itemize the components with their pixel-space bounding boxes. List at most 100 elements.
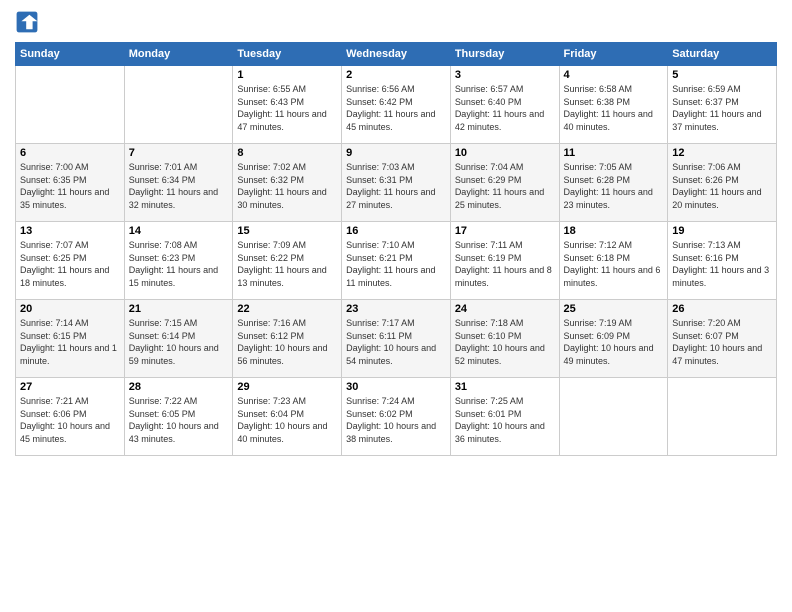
calendar-week-3: 13 Sunrise: 7:07 AM Sunset: 6:25 PM Dayli… (16, 222, 777, 300)
calendar-cell: 4 Sunrise: 6:58 AM Sunset: 6:38 PM Daylig… (559, 66, 668, 144)
day-info: Sunrise: 7:05 AM Sunset: 6:28 PM Dayligh… (564, 161, 664, 211)
calendar-cell: 29 Sunrise: 7:23 AM Sunset: 6:04 PM Dayli… (233, 378, 342, 456)
weekday-header-friday: Friday (559, 43, 668, 66)
day-number: 2 (346, 69, 446, 81)
day-info: Sunrise: 7:21 AM Sunset: 6:06 PM Dayligh… (20, 395, 120, 445)
weekday-header-wednesday: Wednesday (342, 43, 451, 66)
day-number: 25 (564, 303, 664, 315)
day-info: Sunrise: 7:01 AM Sunset: 6:34 PM Dayligh… (129, 161, 229, 211)
header (15, 10, 777, 34)
day-number: 20 (20, 303, 120, 315)
calendar-cell: 28 Sunrise: 7:22 AM Sunset: 6:05 PM Dayli… (124, 378, 233, 456)
calendar-cell: 21Sunrise: 7:15 AM Sunset: 6:14 PM Dayli… (124, 300, 233, 378)
day-info: Sunrise: 7:11 AM Sunset: 6:19 PM Dayligh… (455, 239, 555, 289)
day-info: Sunrise: 7:12 AM Sunset: 6:18 PM Dayligh… (564, 239, 664, 289)
calendar-cell (16, 66, 125, 144)
day-number: 26 (672, 303, 772, 315)
day-info: Sunrise: 7:00 AM Sunset: 6:35 PM Dayligh… (20, 161, 120, 211)
calendar-cell: 5Sunrise: 6:59 AM Sunset: 6:37 PM Daylig… (668, 66, 777, 144)
calendar-cell: 19 Sunrise: 7:13 AM Sunset: 6:16 PM Dayli… (668, 222, 777, 300)
day-number: 29 (237, 381, 337, 393)
day-number: 9 (346, 147, 446, 159)
calendar-cell: 8 Sunrise: 7:02 AM Sunset: 6:32 PM Daylig… (233, 144, 342, 222)
weekday-header-row: SundayMondayTuesdayWednesdayThursdayFrid… (16, 43, 777, 66)
day-info: Sunrise: 7:14 AM Sunset: 6:15 PM Dayligh… (20, 317, 120, 367)
day-number: 16 (346, 225, 446, 237)
day-info: Sunrise: 7:04 AM Sunset: 6:29 PM Dayligh… (455, 161, 555, 211)
day-number: 23 (346, 303, 446, 315)
calendar-cell: 20 Sunrise: 7:14 AM Sunset: 6:15 PM Dayli… (16, 300, 125, 378)
calendar-table: SundayMondayTuesdayWednesdayThursdayFrid… (15, 42, 777, 456)
day-info: Sunrise: 7:13 AM Sunset: 6:16 PM Dayligh… (672, 239, 772, 289)
calendar-cell: 13 Sunrise: 7:07 AM Sunset: 6:25 PM Dayli… (16, 222, 125, 300)
day-info: Sunrise: 7:23 AM Sunset: 6:04 PM Dayligh… (237, 395, 337, 445)
day-number: 10 (455, 147, 555, 159)
day-number: 24 (455, 303, 555, 315)
day-number: 3 (455, 69, 555, 81)
calendar-cell: 23Sunrise: 7:17 AM Sunset: 6:11 PM Dayli… (342, 300, 451, 378)
day-info: Sunrise: 6:57 AM Sunset: 6:40 PM Dayligh… (455, 83, 555, 133)
calendar-cell (559, 378, 668, 456)
day-number: 18 (564, 225, 664, 237)
day-info: Sunrise: 7:20 AM Sunset: 6:07 PM Dayligh… (672, 317, 772, 367)
day-number: 30 (346, 381, 446, 393)
weekday-header-sunday: Sunday (16, 43, 125, 66)
day-info: Sunrise: 6:58 AM Sunset: 6:38 PM Dayligh… (564, 83, 664, 133)
day-info: Sunrise: 7:07 AM Sunset: 6:25 PM Dayligh… (20, 239, 120, 289)
calendar-cell: 31 Sunrise: 7:25 AM Sunset: 6:01 PM Dayli… (450, 378, 559, 456)
day-number: 22 (237, 303, 337, 315)
day-info: Sunrise: 7:19 AM Sunset: 6:09 PM Dayligh… (564, 317, 664, 367)
day-number: 12 (672, 147, 772, 159)
calendar-cell: 14Sunrise: 7:08 AM Sunset: 6:23 PM Dayli… (124, 222, 233, 300)
calendar-cell (124, 66, 233, 144)
weekday-header-monday: Monday (124, 43, 233, 66)
day-number: 4 (564, 69, 664, 81)
calendar-cell: 22Sunrise: 7:16 AM Sunset: 6:12 PM Dayli… (233, 300, 342, 378)
calendar-week-4: 20 Sunrise: 7:14 AM Sunset: 6:15 PM Dayli… (16, 300, 777, 378)
logo (15, 10, 43, 34)
calendar-week-1: 1 Sunrise: 6:55 AM Sunset: 6:43 PM Daylig… (16, 66, 777, 144)
day-info: Sunrise: 6:56 AM Sunset: 6:42 PM Dayligh… (346, 83, 446, 133)
calendar-cell: 25 Sunrise: 7:19 AM Sunset: 6:09 PM Dayli… (559, 300, 668, 378)
day-info: Sunrise: 7:02 AM Sunset: 6:32 PM Dayligh… (237, 161, 337, 211)
day-info: Sunrise: 7:03 AM Sunset: 6:31 PM Dayligh… (346, 161, 446, 211)
calendar-cell: 26 Sunrise: 7:20 AM Sunset: 6:07 PM Dayli… (668, 300, 777, 378)
day-number: 15 (237, 225, 337, 237)
day-number: 27 (20, 381, 120, 393)
day-number: 14 (129, 225, 229, 237)
calendar-cell (668, 378, 777, 456)
day-number: 13 (20, 225, 120, 237)
calendar-cell: 6 Sunrise: 7:00 AM Sunset: 6:35 PM Daylig… (16, 144, 125, 222)
day-info: Sunrise: 7:15 AM Sunset: 6:14 PM Dayligh… (129, 317, 229, 367)
day-number: 31 (455, 381, 555, 393)
day-info: Sunrise: 7:22 AM Sunset: 6:05 PM Dayligh… (129, 395, 229, 445)
day-info: Sunrise: 6:55 AM Sunset: 6:43 PM Dayligh… (237, 83, 337, 133)
calendar-cell: 15Sunrise: 7:09 AM Sunset: 6:22 PM Dayli… (233, 222, 342, 300)
day-info: Sunrise: 7:10 AM Sunset: 6:21 PM Dayligh… (346, 239, 446, 289)
calendar-cell: 11Sunrise: 7:05 AM Sunset: 6:28 PM Dayli… (559, 144, 668, 222)
page-container: SundayMondayTuesdayWednesdayThursdayFrid… (0, 0, 792, 612)
calendar-week-5: 27 Sunrise: 7:21 AM Sunset: 6:06 PM Dayli… (16, 378, 777, 456)
calendar-cell: 1 Sunrise: 6:55 AM Sunset: 6:43 PM Daylig… (233, 66, 342, 144)
day-number: 19 (672, 225, 772, 237)
day-number: 6 (20, 147, 120, 159)
day-number: 1 (237, 69, 337, 81)
day-info: Sunrise: 7:25 AM Sunset: 6:01 PM Dayligh… (455, 395, 555, 445)
calendar-cell: 17 Sunrise: 7:11 AM Sunset: 6:19 PM Dayli… (450, 222, 559, 300)
day-number: 28 (129, 381, 229, 393)
day-number: 17 (455, 225, 555, 237)
calendar-cell: 7Sunrise: 7:01 AM Sunset: 6:34 PM Daylig… (124, 144, 233, 222)
calendar-cell: 27 Sunrise: 7:21 AM Sunset: 6:06 PM Dayli… (16, 378, 125, 456)
calendar-cell: 24 Sunrise: 7:18 AM Sunset: 6:10 PM Dayli… (450, 300, 559, 378)
day-info: Sunrise: 7:06 AM Sunset: 6:26 PM Dayligh… (672, 161, 772, 211)
calendar-cell: 9 Sunrise: 7:03 AM Sunset: 6:31 PM Daylig… (342, 144, 451, 222)
calendar-week-2: 6 Sunrise: 7:00 AM Sunset: 6:35 PM Daylig… (16, 144, 777, 222)
calendar-cell: 18 Sunrise: 7:12 AM Sunset: 6:18 PM Dayli… (559, 222, 668, 300)
calendar-cell: 3 Sunrise: 6:57 AM Sunset: 6:40 PM Daylig… (450, 66, 559, 144)
day-number: 8 (237, 147, 337, 159)
weekday-header-saturday: Saturday (668, 43, 777, 66)
weekday-header-tuesday: Tuesday (233, 43, 342, 66)
calendar-cell: 30Sunrise: 7:24 AM Sunset: 6:02 PM Dayli… (342, 378, 451, 456)
calendar-cell: 10 Sunrise: 7:04 AM Sunset: 6:29 PM Dayli… (450, 144, 559, 222)
day-info: Sunrise: 7:18 AM Sunset: 6:10 PM Dayligh… (455, 317, 555, 367)
